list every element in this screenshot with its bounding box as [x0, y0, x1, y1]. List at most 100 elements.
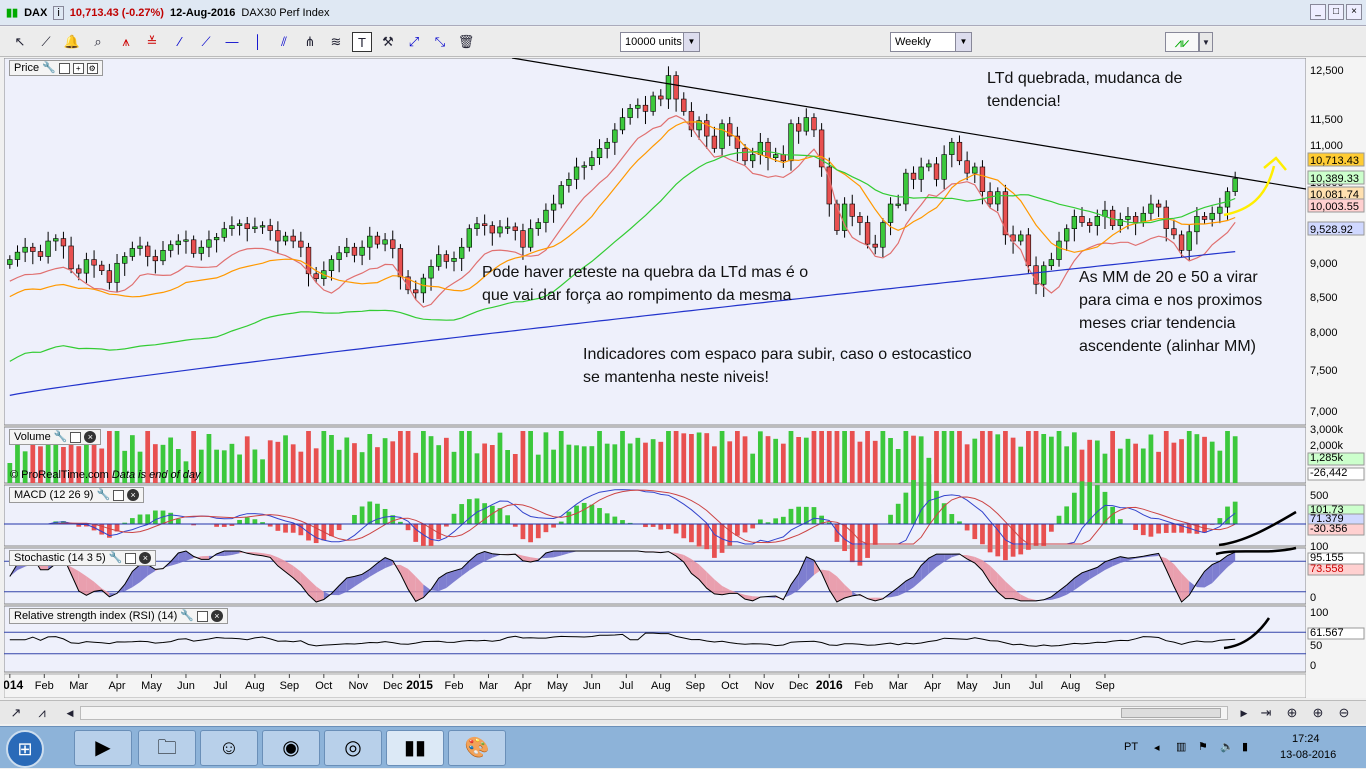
candle-up — [582, 166, 587, 168]
close-icon[interactable]: × — [127, 489, 139, 501]
scroll-left-icon[interactable]: ◀ — [60, 703, 80, 723]
macd-hist-bar — [352, 515, 357, 524]
units-select[interactable]: 10000 units ▼ — [620, 32, 700, 52]
volume-bar — [773, 439, 778, 483]
hammer-icon[interactable]: ⚒ — [378, 32, 398, 52]
trendline-icon[interactable]: ⁄ — [170, 32, 190, 52]
x-tick-label: Sep — [280, 680, 300, 692]
macd-hist-bar — [743, 524, 748, 532]
volume-bar — [1072, 432, 1077, 483]
close-icon[interactable]: × — [1346, 4, 1362, 20]
network-icon[interactable]: ▥ — [1176, 740, 1186, 753]
browser-icon[interactable]: ◎ — [324, 730, 382, 766]
candle-down — [521, 231, 526, 248]
rsi-tick-label: 61.567 — [1310, 627, 1344, 639]
media-player-icon[interactable]: ▶ — [74, 730, 132, 766]
volume-icon[interactable]: 🔈 — [1220, 740, 1234, 753]
window-icon[interactable] — [113, 490, 124, 501]
x-tick-label: Mar — [889, 680, 908, 692]
wrench-icon[interactable]: 🔧 — [42, 61, 56, 75]
indicators-icon[interactable]: ⩘⩗ — [1165, 32, 1199, 52]
clock-time[interactable]: 17:24 — [1292, 733, 1320, 745]
text-tool-icon[interactable]: T — [352, 32, 372, 52]
close-icon[interactable]: × — [211, 610, 223, 622]
arrow-tool-icon[interactable]: ⤢ — [404, 32, 424, 52]
chart-type-icon[interactable]: ↗ — [6, 703, 26, 723]
alarm-icon[interactable]: 🔔 — [62, 32, 82, 52]
cross-lines-icon[interactable]: ⤡ — [430, 32, 450, 52]
close-icon[interactable]: × — [139, 552, 151, 564]
clock-date[interactable]: 13-08-2016 — [1280, 749, 1336, 761]
chart-area[interactable]: 2014FebMarAprMayJunJulAugSepOctNovDec201… — [4, 58, 1306, 698]
start-button[interactable]: ⊞ — [6, 730, 44, 768]
candles-icon[interactable]: ⩘ — [32, 703, 52, 723]
volume-bar — [597, 431, 602, 483]
maximize-icon[interactable]: □ — [1328, 4, 1344, 20]
language-indicator[interactable]: PT — [1124, 741, 1138, 753]
volume-bar — [689, 434, 694, 483]
chevron-down-icon[interactable]: ▼ — [1199, 32, 1213, 52]
fibonacci-fan-icon[interactable]: ⩚ — [116, 32, 136, 52]
power-icon[interactable]: ▮ — [1242, 740, 1248, 753]
window-icon[interactable] — [59, 63, 70, 74]
paint-icon[interactable]: 🎨 — [448, 730, 506, 766]
pointer-icon[interactable]: ↖ — [10, 32, 30, 52]
volume-bar — [475, 453, 480, 483]
settings-icon[interactable]: ⚙ — [87, 63, 98, 74]
zoom-reset-icon[interactable]: ⇥ — [1256, 703, 1276, 723]
window-icon[interactable] — [125, 553, 136, 564]
volume-bar — [1095, 441, 1100, 484]
x-tick-label: Oct — [315, 680, 332, 692]
volume-bar — [888, 438, 893, 483]
candle-down — [743, 148, 748, 160]
zoom-fit-icon[interactable]: ⊕ — [1282, 703, 1302, 723]
macd-hist-bar — [253, 519, 258, 524]
volume-bar — [321, 431, 326, 483]
trash-icon[interactable]: 🗑 — [456, 32, 476, 52]
zoom-out-icon[interactable]: ⊖ — [1334, 703, 1354, 723]
scroll-right-icon[interactable]: ▶ — [1234, 703, 1254, 723]
vertical-line-icon[interactable]: │ — [248, 32, 268, 52]
fibonacci-retrace-icon[interactable]: ≚ — [142, 32, 162, 52]
candle-down — [957, 142, 962, 161]
ruler-icon[interactable]: ⟋ — [36, 32, 56, 52]
wrench-icon[interactable]: 🔧 — [109, 551, 123, 565]
period-select[interactable]: Weekly ▼ — [890, 32, 972, 52]
price-change: 10,713.43 (-0.27%) — [70, 7, 164, 19]
volume-bar — [1110, 431, 1115, 483]
candle-down — [934, 164, 939, 179]
wrench-icon[interactable]: 🔧 — [96, 488, 110, 502]
copy-icon[interactable]: + — [73, 63, 84, 74]
wrench-icon[interactable]: 🔧 — [54, 430, 68, 444]
minimize-icon[interactable]: _ — [1310, 4, 1326, 20]
show-hidden-icons[interactable]: ◂ — [1154, 741, 1160, 754]
candle-up — [567, 179, 572, 185]
wrench-icon[interactable]: 🔧 — [180, 609, 194, 623]
close-icon[interactable]: × — [84, 431, 96, 443]
pitchfork-icon[interactable]: ⋔ — [300, 32, 320, 52]
volume-bar — [505, 450, 510, 483]
gann-icon[interactable]: ≋ — [326, 32, 346, 52]
time-scrollbar[interactable] — [80, 706, 1228, 720]
window-icon[interactable] — [70, 432, 81, 443]
y-tick-label: 12,500 — [1310, 65, 1344, 77]
channel-icon[interactable]: ⫽ — [274, 32, 294, 52]
candle-down — [766, 142, 771, 157]
horizontal-line-icon[interactable]: — — [222, 32, 242, 52]
window-icon[interactable] — [197, 611, 208, 622]
zoom-in-icon[interactable]: ⊕ — [1308, 703, 1328, 723]
info-icon[interactable]: i — [53, 6, 63, 20]
candle-up — [84, 260, 89, 274]
candle-up — [214, 237, 219, 239]
ray-icon[interactable]: ⟋ — [196, 32, 216, 52]
window-controls: _ □ × — [1310, 4, 1362, 20]
file-explorer-icon[interactable]: 🗀 — [138, 730, 196, 766]
macd-hist-bar — [697, 524, 702, 547]
stoch-label-text: Stochastic (14 3 5) — [14, 551, 106, 565]
chrome-icon[interactable]: ◉ — [262, 730, 320, 766]
zoom-icon[interactable]: ⌕ — [88, 32, 108, 52]
messenger-icon[interactable]: ☺ — [200, 730, 258, 766]
prorealtime-icon[interactable]: ▮▮ — [386, 730, 444, 766]
flag-icon[interactable]: ⚑ — [1198, 740, 1208, 753]
scrollbar-thumb[interactable] — [1121, 708, 1221, 718]
